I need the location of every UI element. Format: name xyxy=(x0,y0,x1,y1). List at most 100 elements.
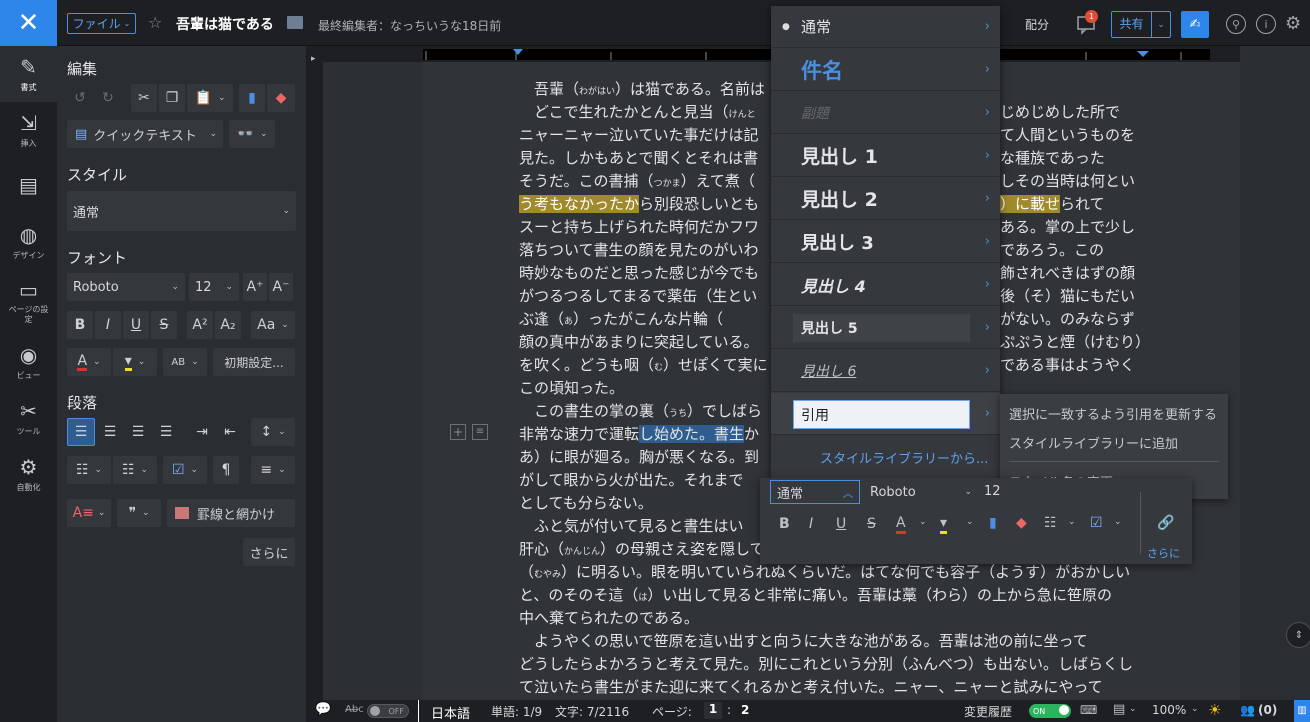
chevron-down-icon[interactable]: ⌄ xyxy=(1191,704,1199,714)
bullet-list-button[interactable]: ☷ ⌄ xyxy=(67,456,111,484)
add-to-library-option[interactable]: スタイルライブラリーに追加 xyxy=(1009,433,1178,452)
align-justify-button[interactable]: ☰ xyxy=(153,418,179,446)
chevron-down-icon[interactable]: ⌄ xyxy=(1068,517,1076,527)
document-line-fragment[interactable]: がない。のみならず xyxy=(1000,308,1135,331)
chat-icon[interactable]: 💬 xyxy=(315,702,331,717)
rail-item-format[interactable]: ✎ 書式 xyxy=(0,46,57,102)
sun-icon[interactable]: ☀ xyxy=(1208,701,1221,719)
document-title[interactable]: 吾輩は猫である xyxy=(176,14,274,34)
mini-style-select[interactable]: 通常 ︿ xyxy=(770,480,860,504)
font-color-button[interactable]: A ⌄ xyxy=(67,348,111,376)
document-line[interactable]: ふと気が付いて見ると書生はい xyxy=(519,515,744,538)
paragraph-style-button[interactable]: ≡ ⌄ xyxy=(251,456,295,484)
font-size-increase-button[interactable]: A⁺ xyxy=(243,273,267,301)
keyboard-icon[interactable]: ⌨ xyxy=(1080,703,1097,717)
file-menu-button[interactable]: ファイル ⌄ xyxy=(67,13,136,34)
ink-mode-button[interactable]: ✍ xyxy=(1181,11,1209,38)
gear-icon[interactable]: ⚙ xyxy=(1285,13,1301,34)
document-line[interactable]: 非常な速力で運転し始めた。書生か xyxy=(519,423,759,446)
mini-eraser-icon[interactable]: ◆ xyxy=(1016,515,1027,531)
format-painter-button[interactable]: ▮ xyxy=(239,84,265,112)
chevron-down-icon[interactable]: ⌄ xyxy=(1114,517,1122,527)
highlight-color-button[interactable]: ▾ ⌄ xyxy=(113,348,157,376)
rail-item-page-setup[interactable]: ▭ ページの設定 xyxy=(0,270,57,332)
document-line[interactable]: がして眼から火が出た。それまで xyxy=(519,469,744,492)
copy-button[interactable]: ❐ xyxy=(159,84,185,112)
line-spacing-button[interactable]: ↕ ⌄ xyxy=(251,418,295,446)
document-line-fragment[interactable]: ある。掌の上で少し xyxy=(1000,216,1135,239)
subscript-button[interactable]: A₂ xyxy=(215,311,241,339)
numbered-list-button[interactable]: ☷ ⌄ xyxy=(113,456,157,484)
indent-increase-button[interactable]: ⇥ xyxy=(189,418,215,446)
mini-list-icon[interactable]: ☷ xyxy=(1044,515,1057,531)
style-option-heading-4[interactable]: 見出し 4 › xyxy=(771,264,1000,306)
document-line-fragment[interactable]: ）に載せられて xyxy=(1000,193,1105,216)
change-history-toggle[interactable]: ON xyxy=(1029,704,1071,718)
document-line[interactable]: あ）に眼が廻る。胸が悪くなる。到 xyxy=(519,446,759,469)
mini-font-select[interactable]: Roboto ⌄ xyxy=(866,480,976,504)
document-line[interactable]: スーと持ち上げられた時何だかフワ xyxy=(519,216,759,239)
bold-button[interactable]: B xyxy=(67,311,93,339)
checklist-button[interactable]: ☑ ⌄ xyxy=(163,456,207,484)
style-option-heading-1[interactable]: 見出し 1 › xyxy=(771,135,1000,177)
rail-item-view[interactable]: ◉ ビュー xyxy=(0,334,57,390)
strikethrough-button[interactable]: S xyxy=(151,311,177,339)
block-menu-icon[interactable]: ≡ xyxy=(472,424,488,440)
text-direction-button[interactable]: A≡ ⌄ xyxy=(67,499,111,527)
rail-item-insert[interactable]: ⇲ 挿入 xyxy=(0,102,57,158)
chevron-down-icon[interactable]: ⌄ xyxy=(919,517,927,527)
document-line[interactable]: 顔の真中があまりに突起している。 xyxy=(519,331,759,354)
document-line[interactable]: としても分らない。 xyxy=(519,492,653,515)
find-button[interactable]: 👓 ⌄ xyxy=(229,120,275,148)
character-spacing-button[interactable]: AB ⌄ xyxy=(163,348,207,376)
info-icon[interactable]: i xyxy=(1256,14,1276,34)
spellcheck-icon[interactable]: A̶b̶c xyxy=(345,704,364,715)
mini-highlight-button[interactable]: ▾ xyxy=(940,516,948,534)
document-line-fragment[interactable]: 後（そ）猫にもだい xyxy=(1000,285,1135,308)
page-view-icon[interactable]: ▤ xyxy=(1113,702,1125,717)
underline-button[interactable]: U xyxy=(123,311,149,339)
ruler-corner[interactable]: ▸ xyxy=(307,46,323,64)
document-line[interactable]: 時妙なものだと思った感じが今でも xyxy=(519,262,759,285)
chevron-down-icon[interactable]: ⌄ xyxy=(966,517,974,527)
style-option-heading-5[interactable]: 見出し 5 › xyxy=(771,307,1000,349)
cut-button[interactable]: ✂ xyxy=(131,84,157,112)
document-line[interactable]: て泣いたら書生がまた迎に来てくれるかと考え付いた。ニャー、ニャーと試みにやって xyxy=(519,676,1103,699)
document-line-fragment[interactable]: である事はようやく xyxy=(1000,354,1135,377)
style-option-heading-6[interactable]: 見出し 6 › xyxy=(771,350,1000,392)
superscript-button[interactable]: A² xyxy=(187,311,213,339)
document-line-fragment[interactable]: て人間というものを xyxy=(1000,124,1135,147)
document-line[interactable]: どうしたらよかろうと考えて見た。別にこれという分別（ふんべつ）も出ない。しばらく… xyxy=(519,653,1133,676)
mini-italic-button[interactable]: I xyxy=(809,516,813,532)
font-size-decrease-button[interactable]: A⁻ xyxy=(269,273,293,301)
style-option-normal[interactable]: ● 通常 › xyxy=(771,6,1000,48)
spellcheck-toggle[interactable]: OFF xyxy=(367,704,409,718)
mini-checkbox-icon[interactable]: ☑ xyxy=(1090,515,1103,531)
reset-format-button[interactable]: 初期設定... xyxy=(213,348,295,376)
add-block-icon[interactable]: + xyxy=(450,424,466,440)
align-left-button[interactable]: ☰ xyxy=(67,418,95,446)
document-line-fragment[interactable]: じめじめした所で xyxy=(1000,101,1120,124)
rail-item-design[interactable]: ◍ デザイン xyxy=(0,214,57,270)
sidebar-toggle-icon[interactable]: ▥ xyxy=(1294,700,1310,722)
indent-decrease-button[interactable]: ⇤ xyxy=(217,418,243,446)
style-option-title[interactable]: 件名 › xyxy=(771,49,1000,91)
language-selector[interactable]: 日本語 xyxy=(431,703,470,722)
document-line-fragment[interactable]: であろう。この xyxy=(1000,239,1104,262)
update-quote-option[interactable]: 選択に一致するよう引用を更新する xyxy=(1009,404,1217,423)
mini-bold-button[interactable]: B xyxy=(779,516,790,532)
style-library-link[interactable]: スタイルライブラリーから... xyxy=(820,448,988,467)
document-line[interactable]: 中へ棄てられたのである。 xyxy=(519,607,699,630)
star-icon[interactable]: ☆ xyxy=(148,13,162,32)
document-line-fragment[interactable]: しその当時は何とい xyxy=(1000,170,1135,193)
document-line[interactable]: この頃知った。 xyxy=(519,377,624,400)
style-select[interactable]: 通常 ⌄ xyxy=(67,191,296,231)
style-option-heading-3[interactable]: 見出し 3 › xyxy=(771,221,1000,263)
share-button[interactable]: 共有 ⌄ xyxy=(1111,11,1171,38)
mini-strikethrough-button[interactable]: S xyxy=(867,516,876,532)
rail-item-tools[interactable]: ✂ ツール xyxy=(0,390,57,446)
text-case-button[interactable]: Aa ⌄ xyxy=(251,311,295,339)
align-center-button[interactable]: ☰ xyxy=(97,418,123,446)
rail-item-automation[interactable]: ⚙ 自動化 xyxy=(0,446,57,502)
undo-button[interactable]: ↺ xyxy=(67,84,93,112)
